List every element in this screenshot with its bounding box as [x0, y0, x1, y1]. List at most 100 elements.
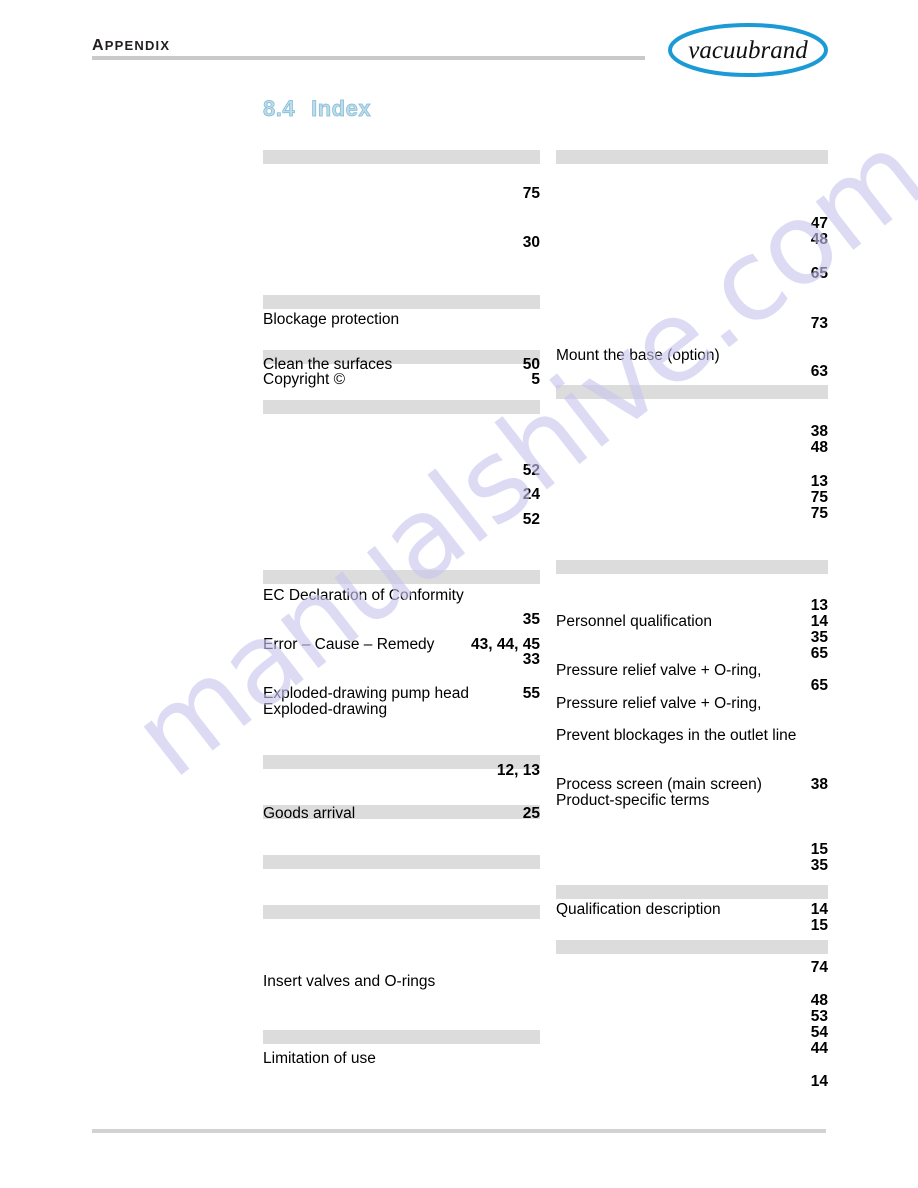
index-entry-term: EC Declaration of Conformity — [263, 587, 464, 604]
index-entry-term: Pressure relief valve + O-ring, — [556, 695, 762, 712]
section-heading: 8.4 Index — [263, 96, 371, 122]
index-entry: 65 — [556, 266, 828, 285]
index-entry-pages: 14 — [810, 1073, 828, 1090]
index-entry-term: Goods arrival — [263, 805, 356, 822]
index-letter-band — [263, 570, 540, 584]
index-entry-pages: 44 — [810, 1040, 828, 1057]
index-letter-band — [263, 150, 540, 164]
index-entry-term: Exploded-drawing pump head — [263, 685, 469, 702]
index-entry: Product-specific terms — [556, 793, 828, 812]
index-entry: 75 — [556, 506, 828, 525]
page-header-title: Appendix — [92, 29, 171, 55]
index-entry-pages: 73 — [810, 315, 828, 332]
index-entry: 75 — [263, 186, 540, 205]
index-entry-term: Process screen (main screen) — [556, 776, 762, 793]
index-entry-pages: 52 — [522, 462, 540, 479]
index-entry: 48 — [556, 232, 828, 251]
index-entry: 52 — [263, 463, 540, 482]
index-entry-term: Blockage protection — [263, 311, 400, 328]
vacuubrand-logo: vacuubrand — [668, 22, 828, 78]
index-entry: 35 — [263, 612, 540, 631]
index-entry-term: Limitation of use — [263, 1050, 376, 1067]
svg-text:vacuubrand: vacuubrand — [688, 37, 808, 64]
index-entry-pages: 65 — [810, 265, 828, 282]
index-entry: 35 — [556, 858, 828, 877]
index-letter-band — [556, 385, 828, 399]
index-entry-pages: 38 — [810, 776, 828, 793]
index-letter-band — [556, 150, 828, 164]
index-entry-pages: 47 — [810, 215, 828, 232]
index-entry: 33 — [263, 652, 540, 671]
index-letter-band — [263, 1030, 540, 1044]
index-entry-pages: 35 — [522, 611, 540, 628]
index-entry-pages: 75 — [522, 185, 540, 202]
index-entry-pages: 52 — [522, 511, 540, 528]
index-entry-pages: 75 — [810, 489, 828, 506]
index-entry-pages: 35 — [810, 857, 828, 874]
index-entry-pages: 33 — [522, 651, 540, 668]
index-entry: 15 — [556, 918, 828, 937]
index-entry-pages: 55 — [522, 685, 540, 702]
index-entry: Goods arrival 25 — [263, 806, 540, 825]
index-entry-pages: 24 — [522, 486, 540, 503]
index-entry: 14 — [556, 1074, 828, 1093]
index-entry: Exploded-drawing — [263, 702, 540, 721]
index-letter-band — [263, 855, 540, 869]
index-entry: Insert valves and O-rings — [263, 974, 540, 993]
index-entry-pages: 48 — [810, 231, 828, 248]
index-entry: 74 — [556, 960, 828, 979]
index-letter-band — [556, 940, 828, 954]
index-entry-pages: 48 — [810, 439, 828, 456]
index-entry-pages: 35 — [810, 629, 828, 646]
index-entry-term: Qualification description — [556, 901, 721, 918]
index-entry: 63 — [556, 364, 828, 383]
index-entry-pages: 74 — [810, 959, 828, 976]
index-entry-term: Copyright © — [263, 371, 346, 388]
index-entry: 24 — [263, 487, 540, 506]
index-entry: 30 — [263, 235, 540, 254]
index-entry: Prevent blockages in the outlet line — [556, 728, 828, 747]
index-entry-term: Product-specific terms — [556, 792, 710, 809]
index-entry-term: Mount the base (option) — [556, 347, 720, 364]
index-entry-pages: 25 — [522, 805, 540, 822]
index-letter-band — [556, 885, 828, 899]
index-entry-pages: 15 — [810, 841, 828, 858]
index-letter-band — [263, 905, 540, 919]
index-entry-pages: 14 — [810, 613, 828, 630]
index-entry: Copyright © 5 — [263, 372, 540, 391]
section-number: 8.4 — [263, 96, 296, 122]
index-entry: Pressure relief valve + O-ring, — [556, 696, 828, 715]
index-entry-term: Pressure relief valve + O-ring, — [556, 662, 762, 679]
index-entry-pages: 12, 13 — [496, 762, 540, 779]
index-entry-pages: 14 — [810, 901, 828, 918]
index-entry-pages: 30 — [522, 234, 540, 251]
index-entry-term: Insert valves and O-rings — [263, 973, 436, 990]
index-entry-term: Error – Cause – Remedy — [263, 636, 435, 653]
index-entry: EC Declaration of Conformity — [263, 588, 540, 607]
index-entry-pages: 54 — [810, 1024, 828, 1041]
index-entry-pages: 75 — [810, 505, 828, 522]
index-entry-pages: 65 — [810, 645, 828, 662]
index-entry-pages: 38 — [810, 423, 828, 440]
index-entry-pages: 48 — [810, 992, 828, 1009]
index-entry: 44 — [556, 1041, 828, 1060]
index-entry-term: Personnel qualification — [556, 613, 712, 630]
document-page: Appendix vacuubrand 8.4 Index 75 30 Blockag… — [0, 0, 918, 1188]
index-letter-band — [263, 295, 540, 309]
header-divider — [92, 56, 645, 60]
index-entry-pages: 53 — [810, 1008, 828, 1025]
index-entry-pages: 15 — [810, 917, 828, 934]
index-entry-term: Prevent blockages in the outlet line — [556, 727, 797, 744]
index-letter-band — [556, 560, 828, 574]
index-entry-pages: 5 — [531, 371, 540, 388]
index-entry-pages: 13 — [810, 473, 828, 490]
footer-divider — [92, 1129, 826, 1133]
index-letter-band — [263, 400, 540, 414]
index-entry-pages: 13 — [810, 597, 828, 614]
index-entry-pages: 63 — [810, 363, 828, 380]
section-title: Index — [311, 96, 372, 122]
index-entry-term: Exploded-drawing — [263, 701, 388, 718]
index-entry: 52 — [263, 512, 540, 531]
index-entry: 48 — [556, 440, 828, 459]
index-entry: Limitation of use — [263, 1051, 540, 1070]
